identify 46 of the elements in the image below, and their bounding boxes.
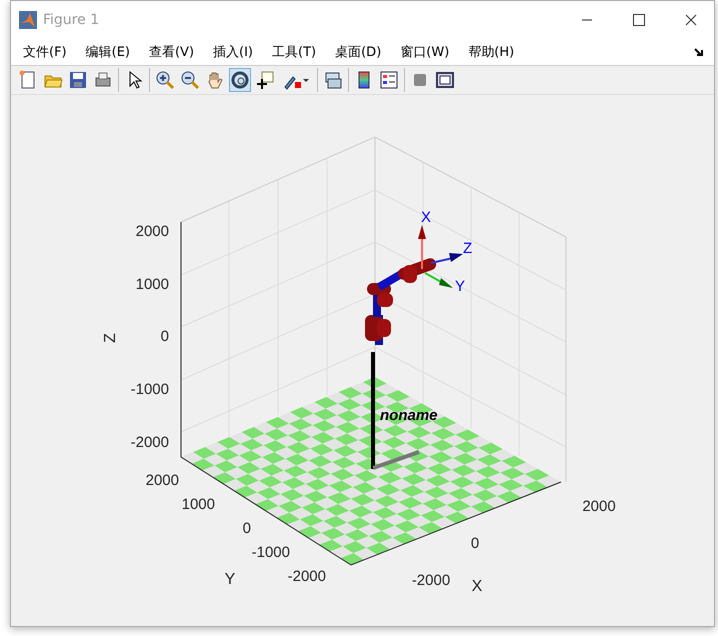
z-tick-label: 2000: [136, 223, 169, 240]
link-icon: [323, 70, 343, 90]
zoom-in-icon: [155, 70, 175, 90]
y-tick-label: 1000: [182, 496, 215, 513]
rotate-button[interactable]: [229, 68, 251, 92]
z-axis-label: Z: [102, 333, 119, 343]
caret-icon: [302, 76, 310, 84]
zoom-out-icon: [180, 70, 200, 90]
frame-axis-label: Z: [463, 240, 472, 257]
menu-item[interactable]: 窗口(W): [394, 43, 456, 62]
close-icon: [685, 14, 697, 26]
x-tick-label: -2000: [412, 572, 450, 589]
robot-name-label: noname: [380, 407, 438, 424]
x-tick-label: 2000: [582, 498, 616, 515]
menu-item[interactable]: 编辑(E): [80, 43, 136, 62]
z-tick-label: 1000: [136, 276, 169, 293]
z-tick-label: -1000: [130, 381, 169, 398]
dock-arrow-icon[interactable]: [694, 47, 704, 58]
y-axis-label: Y: [224, 571, 236, 588]
dock-icon: [435, 70, 455, 90]
y-tick-label: -2000: [288, 568, 326, 585]
frame-axis-label: X: [421, 209, 432, 226]
legend-icon: [379, 70, 399, 90]
menu-item[interactable]: 桌面(D): [329, 43, 388, 62]
y-tick-label: 0: [242, 520, 251, 537]
datatip-icon: [255, 70, 275, 90]
z-tick-label: -2000: [130, 434, 169, 451]
x-tick-label: 0: [470, 535, 480, 552]
y-tick-label: 2000: [146, 472, 179, 489]
x-frame-arrow: [418, 225, 426, 269]
y-tick-label: -1000: [252, 544, 290, 561]
window-title: Figure 1: [43, 12, 100, 28]
menu-item[interactable]: 帮助(H): [462, 43, 520, 62]
frame-axis-label: Y: [455, 278, 466, 295]
z-frame-arrow: [430, 253, 463, 264]
z-tick-label: 0: [160, 328, 169, 345]
save-icon: [68, 70, 88, 90]
y-frame-arrow: [424, 272, 453, 288]
maximize-icon: [633, 14, 645, 26]
menu-item[interactable]: 工具(T): [266, 43, 322, 62]
app-logo-icon: [19, 11, 37, 29]
menu-item[interactable]: 查看(V): [142, 43, 200, 62]
menu-item[interactable]: 文件(F): [17, 43, 73, 62]
rotate-icon: [230, 70, 250, 90]
menu-item[interactable]: 插入(I): [207, 43, 260, 62]
x-axis-label: X: [472, 578, 482, 595]
